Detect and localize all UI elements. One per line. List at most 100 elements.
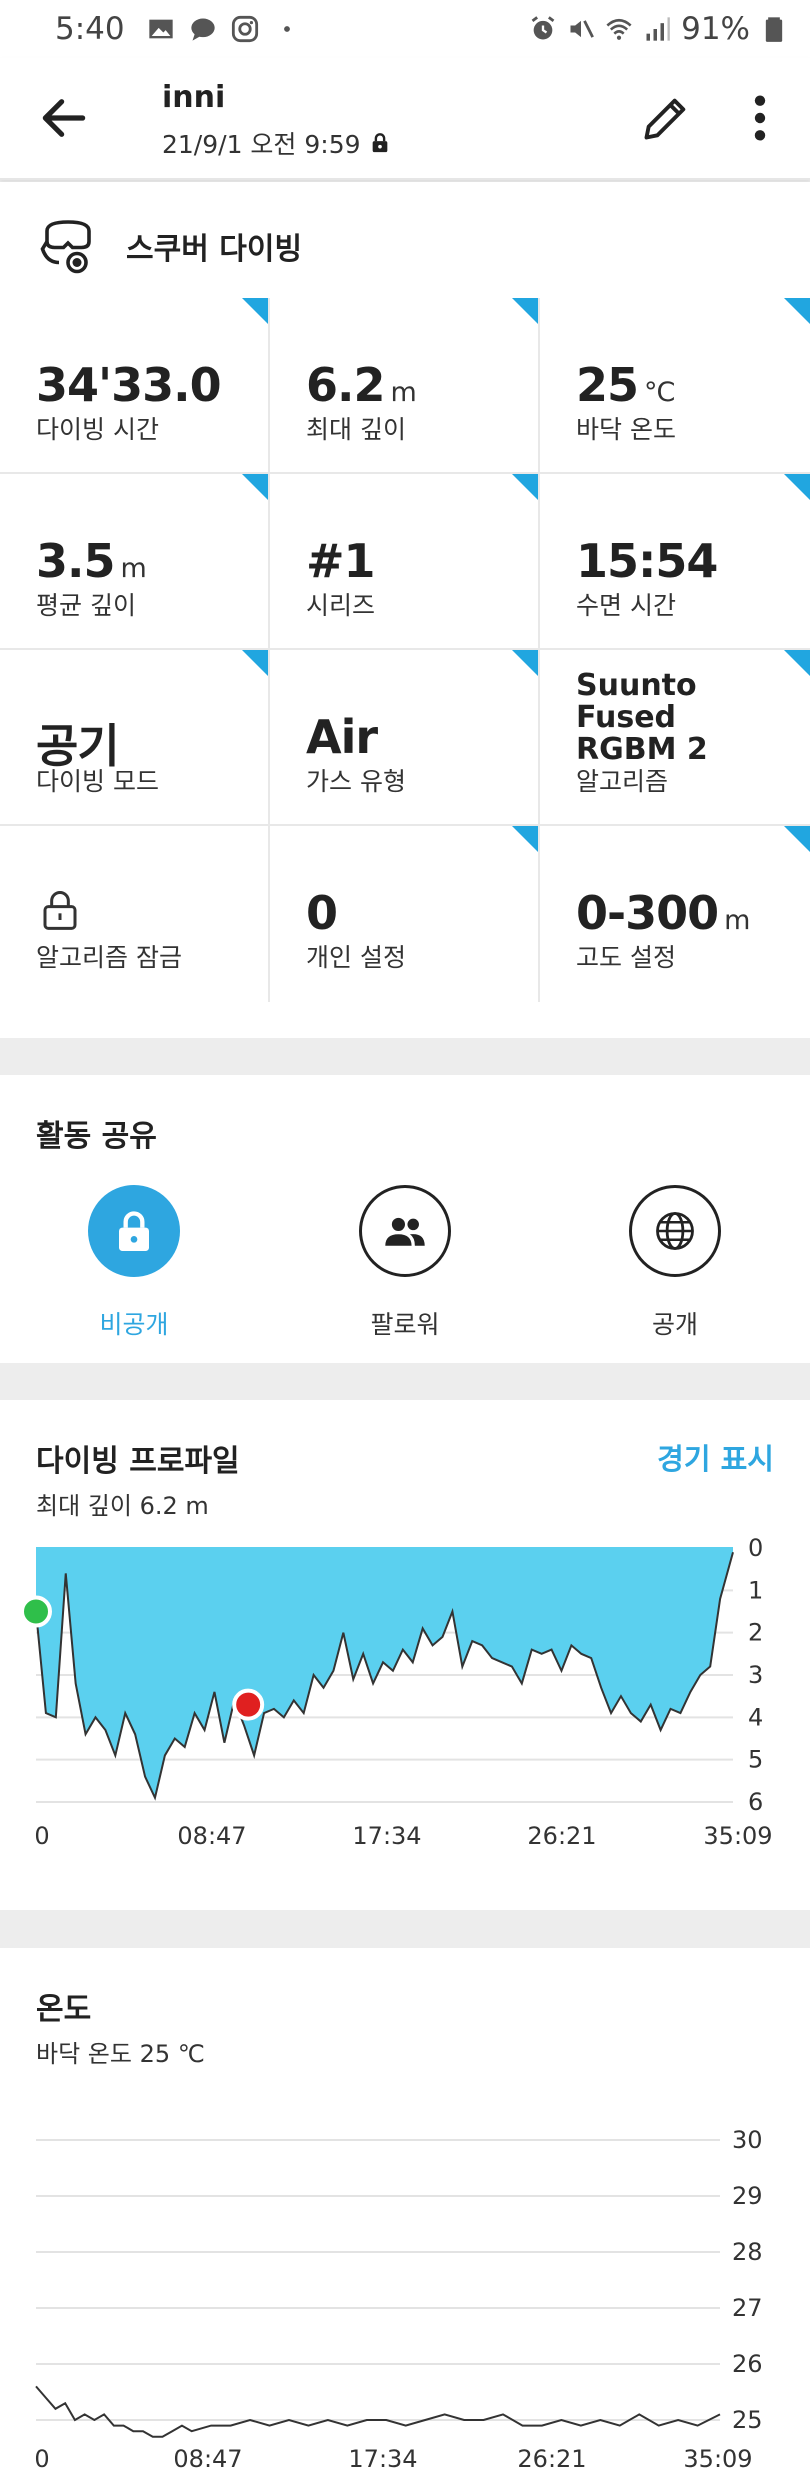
stat-value-text: #1 bbox=[306, 534, 376, 588]
stat-unit: °C bbox=[644, 377, 675, 408]
stat-cell[interactable]: 0 개인 설정 bbox=[270, 826, 540, 1002]
stat-corner-indicator bbox=[512, 826, 538, 852]
stat-value-text: 34'33.0 bbox=[36, 358, 222, 412]
share-card: 활동 공유 비공개 팔로워 공개 bbox=[0, 1075, 810, 1363]
people-icon bbox=[385, 1217, 425, 1246]
share-followers-label: 팔로워 bbox=[370, 1310, 440, 1339]
stat-value: 0 bbox=[306, 886, 338, 940]
dive-profile-chart[interactable]: 0 1 2 3 4 5 6 0 08:47 17:34 26:21 35:09 bbox=[0, 1530, 810, 1900]
stat-label: 가스 유형 bbox=[306, 767, 406, 796]
stat-value: 6.2 m bbox=[306, 358, 417, 412]
stat-value-text: 15:54 bbox=[576, 534, 718, 588]
marker-start[interactable] bbox=[20, 1595, 52, 1628]
stat-corner-indicator bbox=[784, 474, 810, 500]
stat-corner-indicator bbox=[512, 298, 538, 324]
instagram-icon bbox=[231, 15, 258, 43]
gallery-icon bbox=[148, 19, 173, 39]
marker-selected[interactable] bbox=[232, 1688, 265, 1721]
stat-corner-indicator bbox=[512, 650, 538, 676]
stat-value-text: 3.5 bbox=[36, 534, 115, 588]
share-public-label: 공개 bbox=[651, 1310, 698, 1339]
sport-label: 스쿠버 다이빙 bbox=[126, 232, 303, 267]
stat-value-text: 0 bbox=[306, 886, 338, 940]
back-arrow-icon[interactable] bbox=[36, 90, 92, 146]
stat-label: 다이빙 모드 bbox=[36, 767, 159, 796]
stat-value: Air bbox=[306, 710, 378, 764]
stat-unit: m bbox=[390, 377, 417, 408]
x-tick-label: 26:21 bbox=[517, 2445, 586, 2473]
stat-corner-indicator bbox=[242, 650, 268, 676]
stat-label: 개인 설정 bbox=[306, 943, 406, 972]
stat-cell[interactable]: 3.5 m 평균 깊이 bbox=[0, 474, 270, 650]
stat-value: 15:54 bbox=[576, 534, 718, 588]
stat-cell[interactable]: 공기 다이빙 모드 bbox=[0, 650, 270, 826]
stat-label: 알고리즘 잠금 bbox=[36, 943, 182, 972]
stat-cell[interactable]: 34'33.0 다이빙 시간 bbox=[0, 298, 270, 474]
share-followers-button[interactable] bbox=[359, 1185, 451, 1277]
x-tick-label: 17:34 bbox=[352, 1822, 421, 1850]
wifi-icon bbox=[606, 18, 632, 40]
x-tick-label: 17:34 bbox=[348, 2445, 417, 2473]
stat-value: 0-300 m bbox=[576, 886, 750, 940]
edit-pencil-icon[interactable] bbox=[640, 92, 692, 144]
stat-value: Suunto Fused RGBM 2 bbox=[576, 670, 776, 766]
stat-cell[interactable]: 15:54 수면 시간 bbox=[540, 474, 810, 650]
stat-value: 3.5 m bbox=[36, 534, 147, 588]
stat-label: 최대 깊이 bbox=[306, 415, 406, 444]
dive-profile-subtitle: 최대 깊이 6.2 m bbox=[36, 1492, 209, 1520]
x-tick-label: 08:47 bbox=[177, 1822, 246, 1850]
share-option-followers[interactable]: 팔로워 bbox=[315, 1185, 495, 1341]
stat-label: 고도 설정 bbox=[576, 943, 676, 972]
y-tick-label: 25 bbox=[732, 2406, 763, 2434]
y-tick-label: 2 bbox=[748, 1619, 763, 1647]
stat-corner-indicator bbox=[784, 298, 810, 324]
app-bar: inni 21/9/1 오전 9:59 bbox=[0, 58, 810, 180]
x-tick-label: 0 bbox=[34, 1822, 49, 1850]
stat-value-text: 0-300 bbox=[576, 886, 719, 940]
stat-cell[interactable]: Suunto Fused RGBM 2 알고리즘 bbox=[540, 650, 810, 826]
stat-corner-indicator bbox=[242, 298, 268, 324]
y-tick-label: 4 bbox=[748, 1703, 763, 1731]
y-tick-label: 27 bbox=[732, 2294, 763, 2322]
battery-percent: 91% bbox=[681, 11, 750, 47]
y-tick-label: 3 bbox=[748, 1661, 763, 1689]
stat-label: 수면 시간 bbox=[576, 591, 676, 620]
stat-value: 25 °C bbox=[576, 358, 675, 412]
page-subtitle: 21/9/1 오전 9:59 bbox=[162, 125, 391, 161]
x-tick-label: 35:09 bbox=[703, 1822, 772, 1850]
scuba-icon bbox=[40, 220, 91, 274]
stat-cell[interactable]: 0-300 m 고도 설정 bbox=[540, 826, 810, 1002]
stat-corner-indicator bbox=[242, 474, 268, 500]
show-race-link[interactable]: 경기 표시 bbox=[657, 1436, 774, 1478]
lock-outline-icon bbox=[43, 891, 77, 930]
temperature-card: 온도 바닥 온도 25 ℃ 30 29 28 27 26 25 0 08:47 17:34 26:… bbox=[0, 1948, 810, 2491]
share-private-button[interactable] bbox=[88, 1185, 180, 1277]
stat-label: 알고리즘 bbox=[576, 767, 669, 796]
stat-cell[interactable]: Air 가스 유형 bbox=[270, 650, 540, 826]
x-tick-label: 08:47 bbox=[173, 2445, 242, 2473]
share-option-public[interactable]: 공개 bbox=[585, 1185, 765, 1341]
stat-value-text: Suunto Fused RGBM 2 bbox=[576, 668, 708, 767]
x-tick-label: 26:21 bbox=[527, 1822, 596, 1850]
temperature-chart[interactable]: 30 29 28 27 26 25 0 08:47 17:34 26:21 35:09 bbox=[0, 2078, 810, 2491]
y-tick-label: 1 bbox=[748, 1576, 763, 1604]
stat-cell: 알고리즘 잠금 bbox=[0, 826, 270, 1002]
activity-datetime: 21/9/1 오전 9:59 bbox=[162, 130, 361, 159]
stat-cell[interactable]: #1 시리즈 bbox=[270, 474, 540, 650]
stat-cell[interactable]: 6.2 m 최대 깊이 bbox=[270, 298, 540, 474]
signal-icon bbox=[646, 17, 670, 41]
globe-icon bbox=[656, 1212, 694, 1250]
stat-label: 다이빙 시간 bbox=[36, 415, 159, 444]
share-public-button[interactable] bbox=[629, 1185, 721, 1277]
y-tick-label: 30 bbox=[732, 2126, 763, 2154]
temperature-subtitle: 바닥 온도 25 ℃ bbox=[36, 2040, 205, 2068]
more-vert-icon[interactable] bbox=[744, 92, 776, 144]
stat-value: #1 bbox=[306, 534, 376, 588]
x-tick-label: 0 bbox=[34, 2445, 49, 2473]
stat-corner-indicator bbox=[784, 650, 810, 676]
alarm-icon bbox=[531, 16, 555, 40]
share-option-private[interactable]: 비공개 bbox=[44, 1185, 224, 1341]
dive-profile-title: 다이빙 프로파일 bbox=[36, 1444, 240, 1479]
stat-cell[interactable]: 25 °C 바닥 온도 bbox=[540, 298, 810, 474]
stat-unit: m bbox=[724, 905, 750, 936]
